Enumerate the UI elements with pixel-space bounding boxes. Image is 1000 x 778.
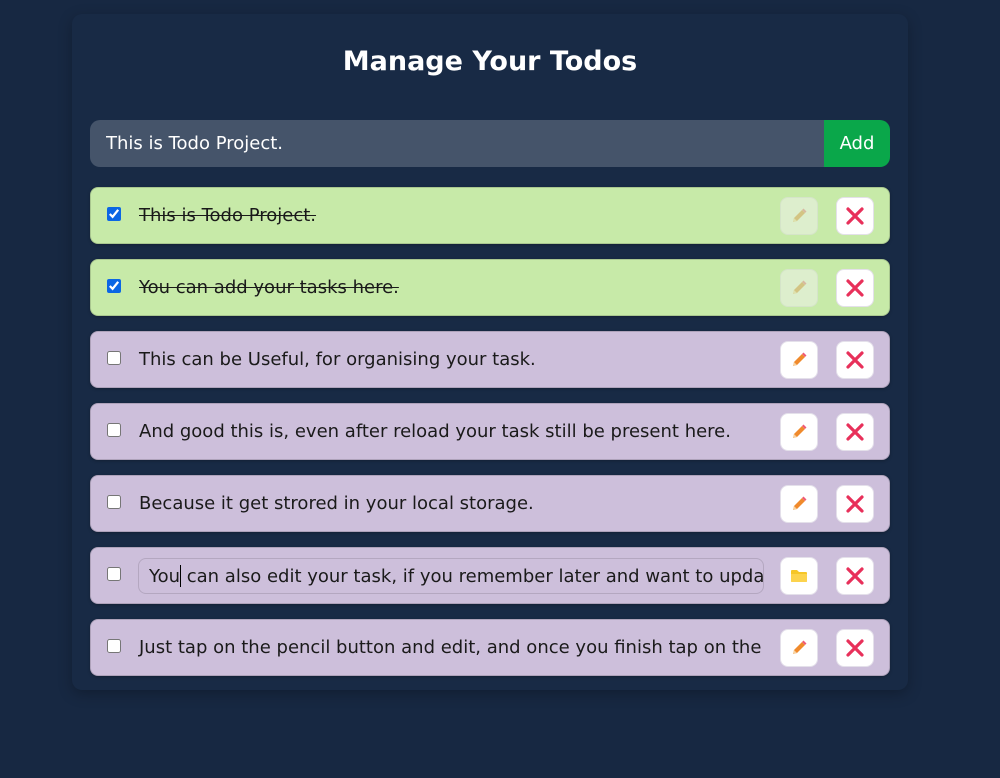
todo-checkbox[interactable] <box>107 351 121 365</box>
close-icon <box>846 639 864 657</box>
todo-item: And good this is, even after reload your… <box>90 403 890 460</box>
todo-item: You can add your tasks here. <box>90 259 890 316</box>
todo-checkbox[interactable] <box>107 639 121 653</box>
todo-text: Just tap on the pencil button and edit, … <box>139 637 764 658</box>
page-title: Manage Your Todos <box>342 46 638 77</box>
folder-icon <box>791 570 807 582</box>
todo-item: This is Todo Project. <box>90 187 890 244</box>
edit-button[interactable] <box>780 629 818 667</box>
todo-checkbox[interactable] <box>107 207 121 221</box>
todo-text: And good this is, even after reload your… <box>139 421 731 442</box>
todo-list: This is Todo Project. You can add your t… <box>90 187 890 691</box>
todo-checkbox[interactable] <box>107 567 121 581</box>
delete-button[interactable] <box>836 413 874 451</box>
edit-button[interactable] <box>780 485 818 523</box>
delete-button[interactable] <box>836 197 874 235</box>
close-icon <box>846 351 864 369</box>
todo-text-after-caret: can also edit your task, if you remember… <box>181 566 764 587</box>
pencil-icon <box>793 280 807 294</box>
todo-input[interactable] <box>90 120 824 167</box>
todo-item: This can be Useful, for organising your … <box>90 331 890 388</box>
delete-button[interactable] <box>836 341 874 379</box>
close-icon <box>846 567 864 585</box>
todo-item: Because it get strored in your local sto… <box>90 475 890 532</box>
delete-button[interactable] <box>836 485 874 523</box>
close-icon <box>846 207 864 225</box>
delete-button[interactable] <box>836 269 874 307</box>
todo-checkbox[interactable] <box>107 495 121 509</box>
add-todo-form: Add <box>90 120 890 167</box>
todo-item: Just tap on the pencil button and edit, … <box>90 619 890 676</box>
pencil-icon <box>793 640 807 654</box>
todo-item: You can also edit your task, if you reme… <box>90 547 890 604</box>
pencil-icon <box>793 424 807 438</box>
edit-button[interactable] <box>780 269 818 307</box>
delete-button[interactable] <box>836 629 874 667</box>
save-button[interactable] <box>780 557 818 595</box>
todo-text: You can add your tasks here. <box>139 277 399 298</box>
close-icon <box>846 423 864 441</box>
pencil-icon <box>793 496 807 510</box>
edit-button[interactable] <box>780 197 818 235</box>
todo-edit-field[interactable]: You can also edit your task, if you reme… <box>138 558 764 594</box>
add-button[interactable]: Add <box>824 120 890 167</box>
todo-text: This is Todo Project. <box>139 205 317 226</box>
close-icon <box>846 279 864 297</box>
pencil-icon <box>793 352 807 366</box>
close-icon <box>846 495 864 513</box>
edit-button[interactable] <box>780 341 818 379</box>
todo-text: This can be Useful, for organising your … <box>139 349 536 370</box>
pencil-icon <box>793 208 807 222</box>
edit-button[interactable] <box>780 413 818 451</box>
delete-button[interactable] <box>836 557 874 595</box>
todo-checkbox[interactable] <box>107 279 121 293</box>
todo-checkbox[interactable] <box>107 423 121 437</box>
todo-text-before-caret: You <box>149 566 181 587</box>
todo-text: Because it get strored in your local sto… <box>139 493 534 514</box>
